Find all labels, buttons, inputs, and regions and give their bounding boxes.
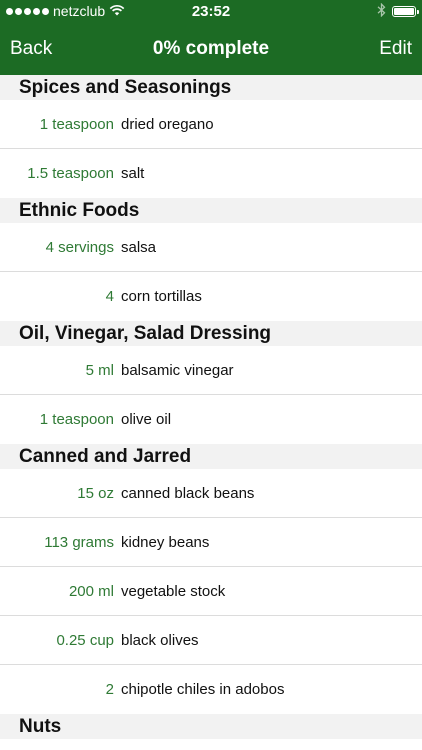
item-name: vegetable stock	[121, 582, 226, 600]
list-item[interactable]: 4 servings salsa	[0, 223, 422, 272]
list-item[interactable]: 15 oz canned black beans	[0, 469, 422, 518]
status-time: 23:52	[191, 2, 231, 20]
list-item[interactable]: 4 corn tortillas	[0, 272, 422, 321]
item-name: corn tortillas	[121, 288, 202, 305]
item-quantity: 2	[105, 681, 114, 698]
item-name: kidney beans	[121, 533, 210, 551]
item-quantity: 1 teaspoon	[39, 115, 114, 133]
item-quantity: 113 grams	[44, 533, 114, 551]
list-item[interactable]: 1 teaspoon dried oregano	[0, 100, 422, 149]
item-name: balsamic vinegar	[121, 361, 234, 379]
list-item[interactable]: 2 chipotle chiles in adobos	[0, 665, 422, 714]
section-header: Oil, Vinegar, Salad Dressing	[0, 321, 422, 346]
app-header: netzclub 23:52 Back 0% complete Edit	[0, 0, 422, 75]
section-header: Canned and Jarred	[0, 444, 422, 469]
item-quantity: 15 oz	[77, 484, 114, 502]
item-name: dried oregano	[121, 115, 214, 133]
list-item[interactable]: 0.25 cup black olives	[0, 616, 422, 665]
back-button[interactable]: Back	[10, 38, 52, 60]
battery-icon	[392, 5, 419, 17]
list-item[interactable]: 200 ml vegetable stock	[0, 567, 422, 616]
section-header: Ethnic Foods	[0, 198, 422, 223]
item-quantity: 1 teaspoon	[39, 411, 114, 428]
item-name: black olives	[121, 631, 199, 649]
navigation-bar: Back 0% complete Edit	[0, 22, 422, 75]
item-quantity: 4 servings	[45, 238, 114, 256]
shopping-list: Spices and Seasonings 1 teaspoon dried o…	[0, 75, 422, 739]
item-quantity: 0.25 cup	[56, 631, 114, 649]
list-item[interactable]: 1 teaspoon olive oil	[0, 395, 422, 444]
list-item[interactable]: 5 ml balsamic vinegar	[0, 346, 422, 395]
list-item[interactable]: 113 grams kidney beans	[0, 518, 422, 567]
item-name: canned black beans	[121, 484, 255, 502]
item-name: olive oil	[121, 411, 172, 428]
section-header: Nuts	[0, 714, 422, 739]
page-title: 0% complete	[152, 37, 270, 59]
item-name: chipotle chiles in adobos	[121, 681, 285, 698]
section-header: Spices and Seasonings	[0, 75, 422, 100]
item-name: salsa	[121, 238, 157, 256]
status-bar: netzclub 23:52	[0, 0, 422, 22]
item-name: salt	[121, 165, 145, 182]
edit-button[interactable]: Edit	[379, 38, 412, 60]
item-quantity: 200 ml	[68, 582, 114, 600]
list-item[interactable]: 1.5 teaspoon salt	[0, 149, 422, 198]
item-quantity: 5 ml	[85, 361, 114, 379]
item-quantity: 4	[105, 288, 114, 305]
item-quantity: 1.5 teaspoon	[27, 165, 114, 182]
